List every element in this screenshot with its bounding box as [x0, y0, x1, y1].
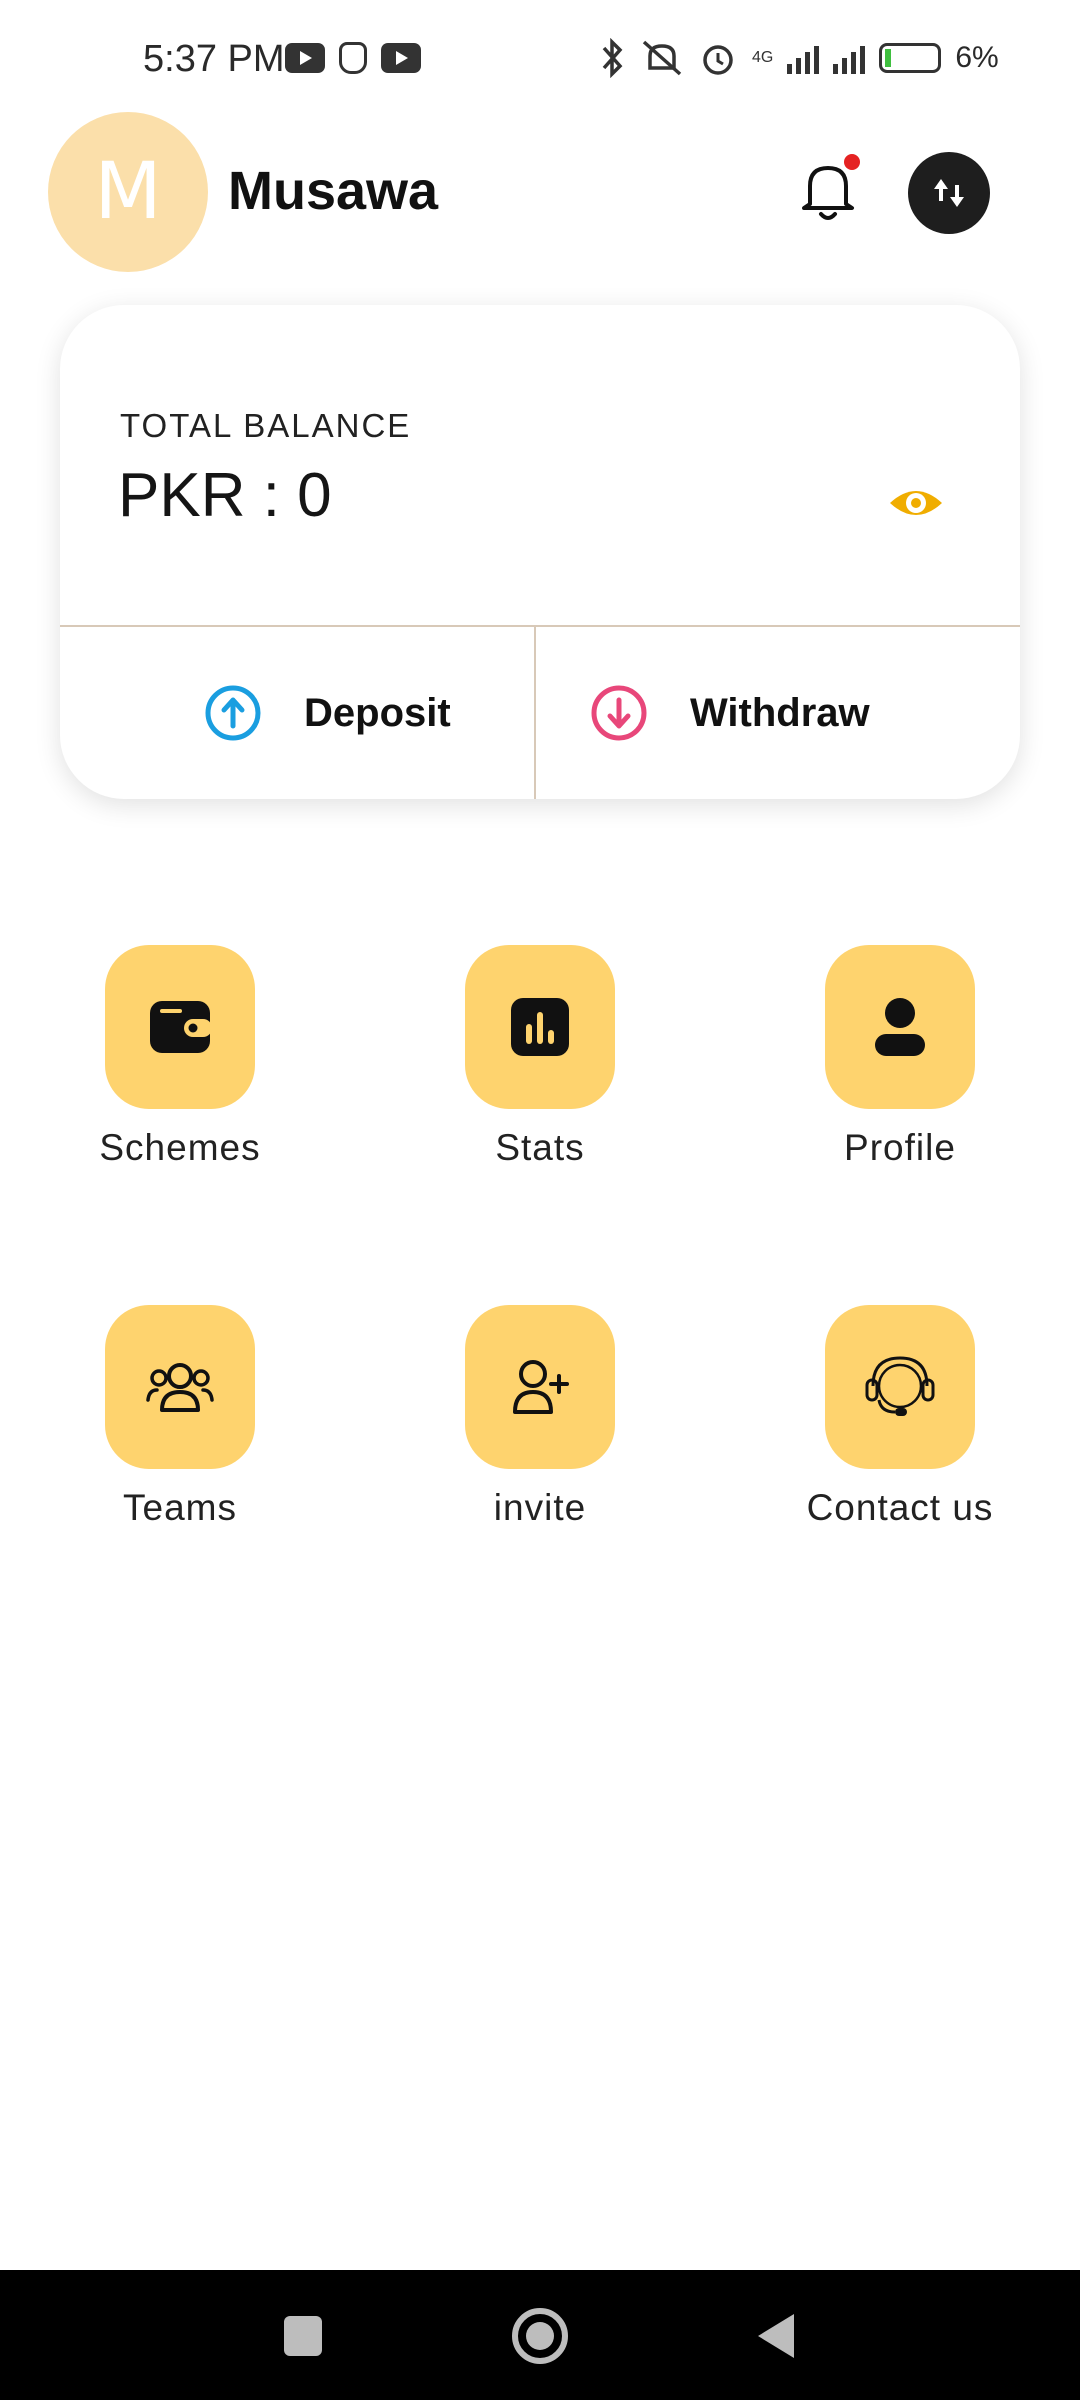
signal-icon	[787, 42, 820, 74]
status-left-icons	[285, 42, 421, 74]
invite-label: invite	[493, 1487, 587, 1528]
wallet-icon	[150, 1001, 212, 1053]
teams-tile[interactable]	[105, 1305, 255, 1469]
invite-tile[interactable]	[465, 1305, 615, 1469]
eye-icon	[890, 491, 942, 515]
network-type: 4G	[752, 49, 774, 66]
contact-us-tile[interactable]	[825, 1305, 975, 1469]
battery-level: 6%	[955, 41, 999, 74]
withdraw-button[interactable]: Withdraw	[590, 627, 870, 799]
username: Musawa	[228, 161, 439, 221]
battery-charging-icon	[879, 43, 942, 73]
notification-icon	[339, 42, 367, 74]
status-bar: 5:37 PM 4G 6%	[0, 0, 1080, 120]
theme-toggle-button[interactable]	[908, 152, 990, 234]
alarm-icon	[703, 45, 733, 75]
app-screen: 5:37 PM 4G 6% M Musawa TOTAL BALANCE PKR…	[0, 0, 1080, 2400]
deposit-label: Deposit	[304, 690, 451, 735]
toggle-balance-visibility-button[interactable]	[886, 473, 946, 533]
arrow-down-circle-icon	[591, 685, 647, 741]
bar-chart-icon	[511, 998, 569, 1056]
schemes-label: Schemes	[99, 1127, 261, 1168]
user-icon	[875, 998, 925, 1056]
avatar[interactable]: M	[48, 112, 208, 272]
youtube-icon	[381, 43, 421, 73]
notifications-button[interactable]	[790, 152, 866, 228]
balance-card: TOTAL BALANCE PKR : 0 Deposit Withdraw	[60, 305, 1020, 799]
bluetooth-icon	[602, 38, 623, 78]
notification-dot	[844, 154, 860, 170]
system-nav-bar	[0, 2270, 1080, 2400]
contact-us-label: Contact us	[806, 1487, 994, 1528]
menu-item-schemes[interactable]: Schemes	[30, 945, 330, 1169]
recent-apps-button[interactable]	[284, 2316, 322, 2356]
add-user-icon	[513, 1360, 569, 1414]
menu-item-teams[interactable]: Teams	[30, 1305, 330, 1529]
theme-toggle-icon	[934, 179, 964, 207]
stats-label: Stats	[495, 1127, 585, 1168]
menu-item-invite[interactable]: invite	[390, 1305, 690, 1529]
profile-tile[interactable]	[825, 945, 975, 1109]
arrow-up-circle-icon	[205, 685, 261, 741]
headset-icon	[865, 1356, 935, 1416]
status-right-icons: 4G 6%	[598, 38, 999, 78]
withdraw-label: Withdraw	[690, 690, 870, 735]
menu-item-contact-us[interactable]: Contact us	[750, 1305, 1050, 1529]
mute-icon	[642, 40, 682, 76]
team-icon	[146, 1363, 214, 1412]
card-vertical-divider	[534, 625, 536, 799]
teams-label: Teams	[123, 1487, 237, 1528]
stats-tile[interactable]	[465, 945, 615, 1109]
home-button[interactable]	[512, 2308, 568, 2364]
menu-item-profile[interactable]: Profile	[750, 945, 1050, 1169]
balance-label: TOTAL BALANCE	[120, 407, 412, 444]
status-time: 5:37 PM	[143, 38, 285, 80]
deposit-button[interactable]: Deposit	[204, 627, 451, 799]
youtube-icon	[285, 43, 325, 73]
back-button[interactable]	[758, 2314, 794, 2358]
menu-item-stats[interactable]: Stats	[390, 945, 690, 1169]
signal-icon	[833, 42, 866, 74]
header: M Musawa	[0, 110, 1080, 272]
schemes-tile[interactable]	[105, 945, 255, 1109]
profile-label: Profile	[844, 1127, 956, 1168]
balance-value: PKR : 0	[118, 461, 332, 530]
